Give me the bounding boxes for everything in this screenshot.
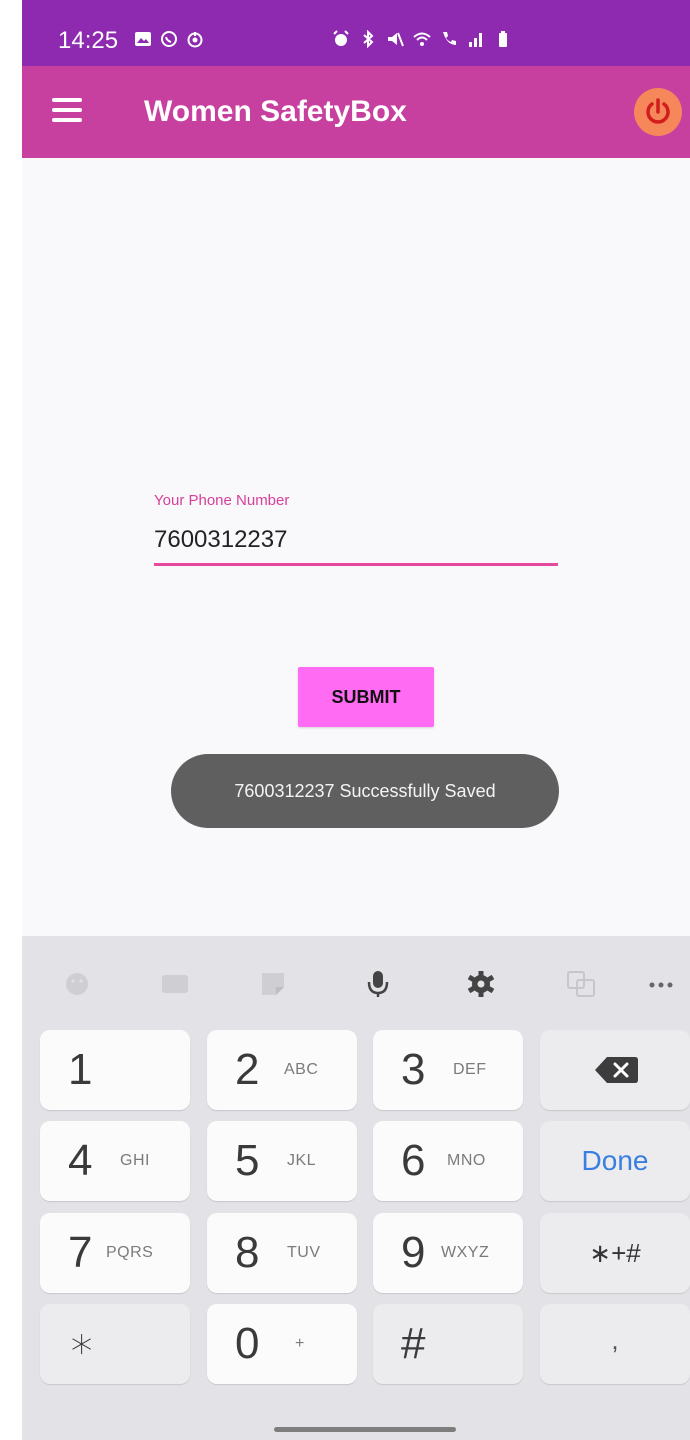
content-area: Your Phone Number SUBMIT 7600312237 Succ… (22, 158, 690, 936)
bluetooth-icon (363, 30, 374, 48)
microphone-icon[interactable] (363, 970, 393, 998)
status-time: 14:25 (58, 27, 119, 54)
navigation-handle[interactable] (274, 1427, 456, 1432)
backspace-key[interactable] (540, 1030, 690, 1110)
hamburger-menu-icon[interactable] (52, 98, 84, 124)
symbols-key[interactable]: ∗+# (540, 1213, 690, 1293)
comma-key[interactable]: , (540, 1304, 690, 1384)
key-3[interactable]: 3 DEF (373, 1030, 523, 1110)
target-icon (187, 32, 203, 48)
gif-icon[interactable] (160, 970, 190, 998)
mute-icon (388, 32, 404, 47)
battery-icon (499, 31, 507, 47)
sticker-icon[interactable] (258, 970, 288, 998)
status-right-icons (332, 30, 512, 48)
power-button[interactable] (634, 88, 682, 136)
status-bar: 14:25 (22, 0, 690, 66)
key-8[interactable]: 8 TUV (207, 1213, 357, 1293)
wifi-icon (413, 32, 431, 46)
key-7[interactable]: 7 PQRS (40, 1213, 190, 1293)
status-left-icons (134, 30, 204, 48)
alarm-icon (333, 30, 349, 46)
key-6[interactable]: 6 MNO (373, 1121, 523, 1201)
key-2[interactable]: 2 ABC (207, 1030, 357, 1110)
key-0[interactable]: 0 + (207, 1304, 357, 1384)
key-hash[interactable]: # (373, 1304, 523, 1384)
key-9[interactable]: 9 WXYZ (373, 1213, 523, 1293)
phone-number-input[interactable] (154, 524, 558, 566)
whatsapp-icon (161, 31, 177, 47)
key-1[interactable]: 1 (40, 1030, 190, 1110)
phone-field-label: Your Phone Number (154, 492, 290, 509)
settings-icon[interactable] (466, 970, 496, 998)
power-icon (646, 98, 670, 124)
gallery-icon (135, 32, 151, 46)
numeric-keyboard: 1 2 ABC 3 DEF 4 GHI 5 JKL 6 MNO Done 7 P… (22, 936, 690, 1440)
submit-button[interactable]: SUBMIT (298, 667, 434, 727)
screen: 14:25 Women SafetyBox Your Phone Number … (0, 0, 690, 1440)
app-bar: Women SafetyBox (22, 66, 690, 158)
key-4[interactable]: 4 GHI (40, 1121, 190, 1201)
toast-message: 7600312237 Successfully Saved (171, 754, 559, 828)
key-5[interactable]: 5 JKL (207, 1121, 357, 1201)
translate-icon[interactable] (566, 970, 596, 998)
emoji-icon[interactable] (62, 970, 92, 998)
done-key[interactable]: Done (540, 1121, 690, 1201)
app-title: Women SafetyBox (144, 95, 407, 128)
key-asterisk[interactable]: ∗ (40, 1304, 190, 1384)
call-icon (443, 32, 456, 45)
keyboard-toolbar (22, 936, 690, 1028)
more-icon[interactable] (646, 970, 676, 998)
signal-icon (469, 33, 482, 47)
backspace-icon (595, 1057, 638, 1083)
